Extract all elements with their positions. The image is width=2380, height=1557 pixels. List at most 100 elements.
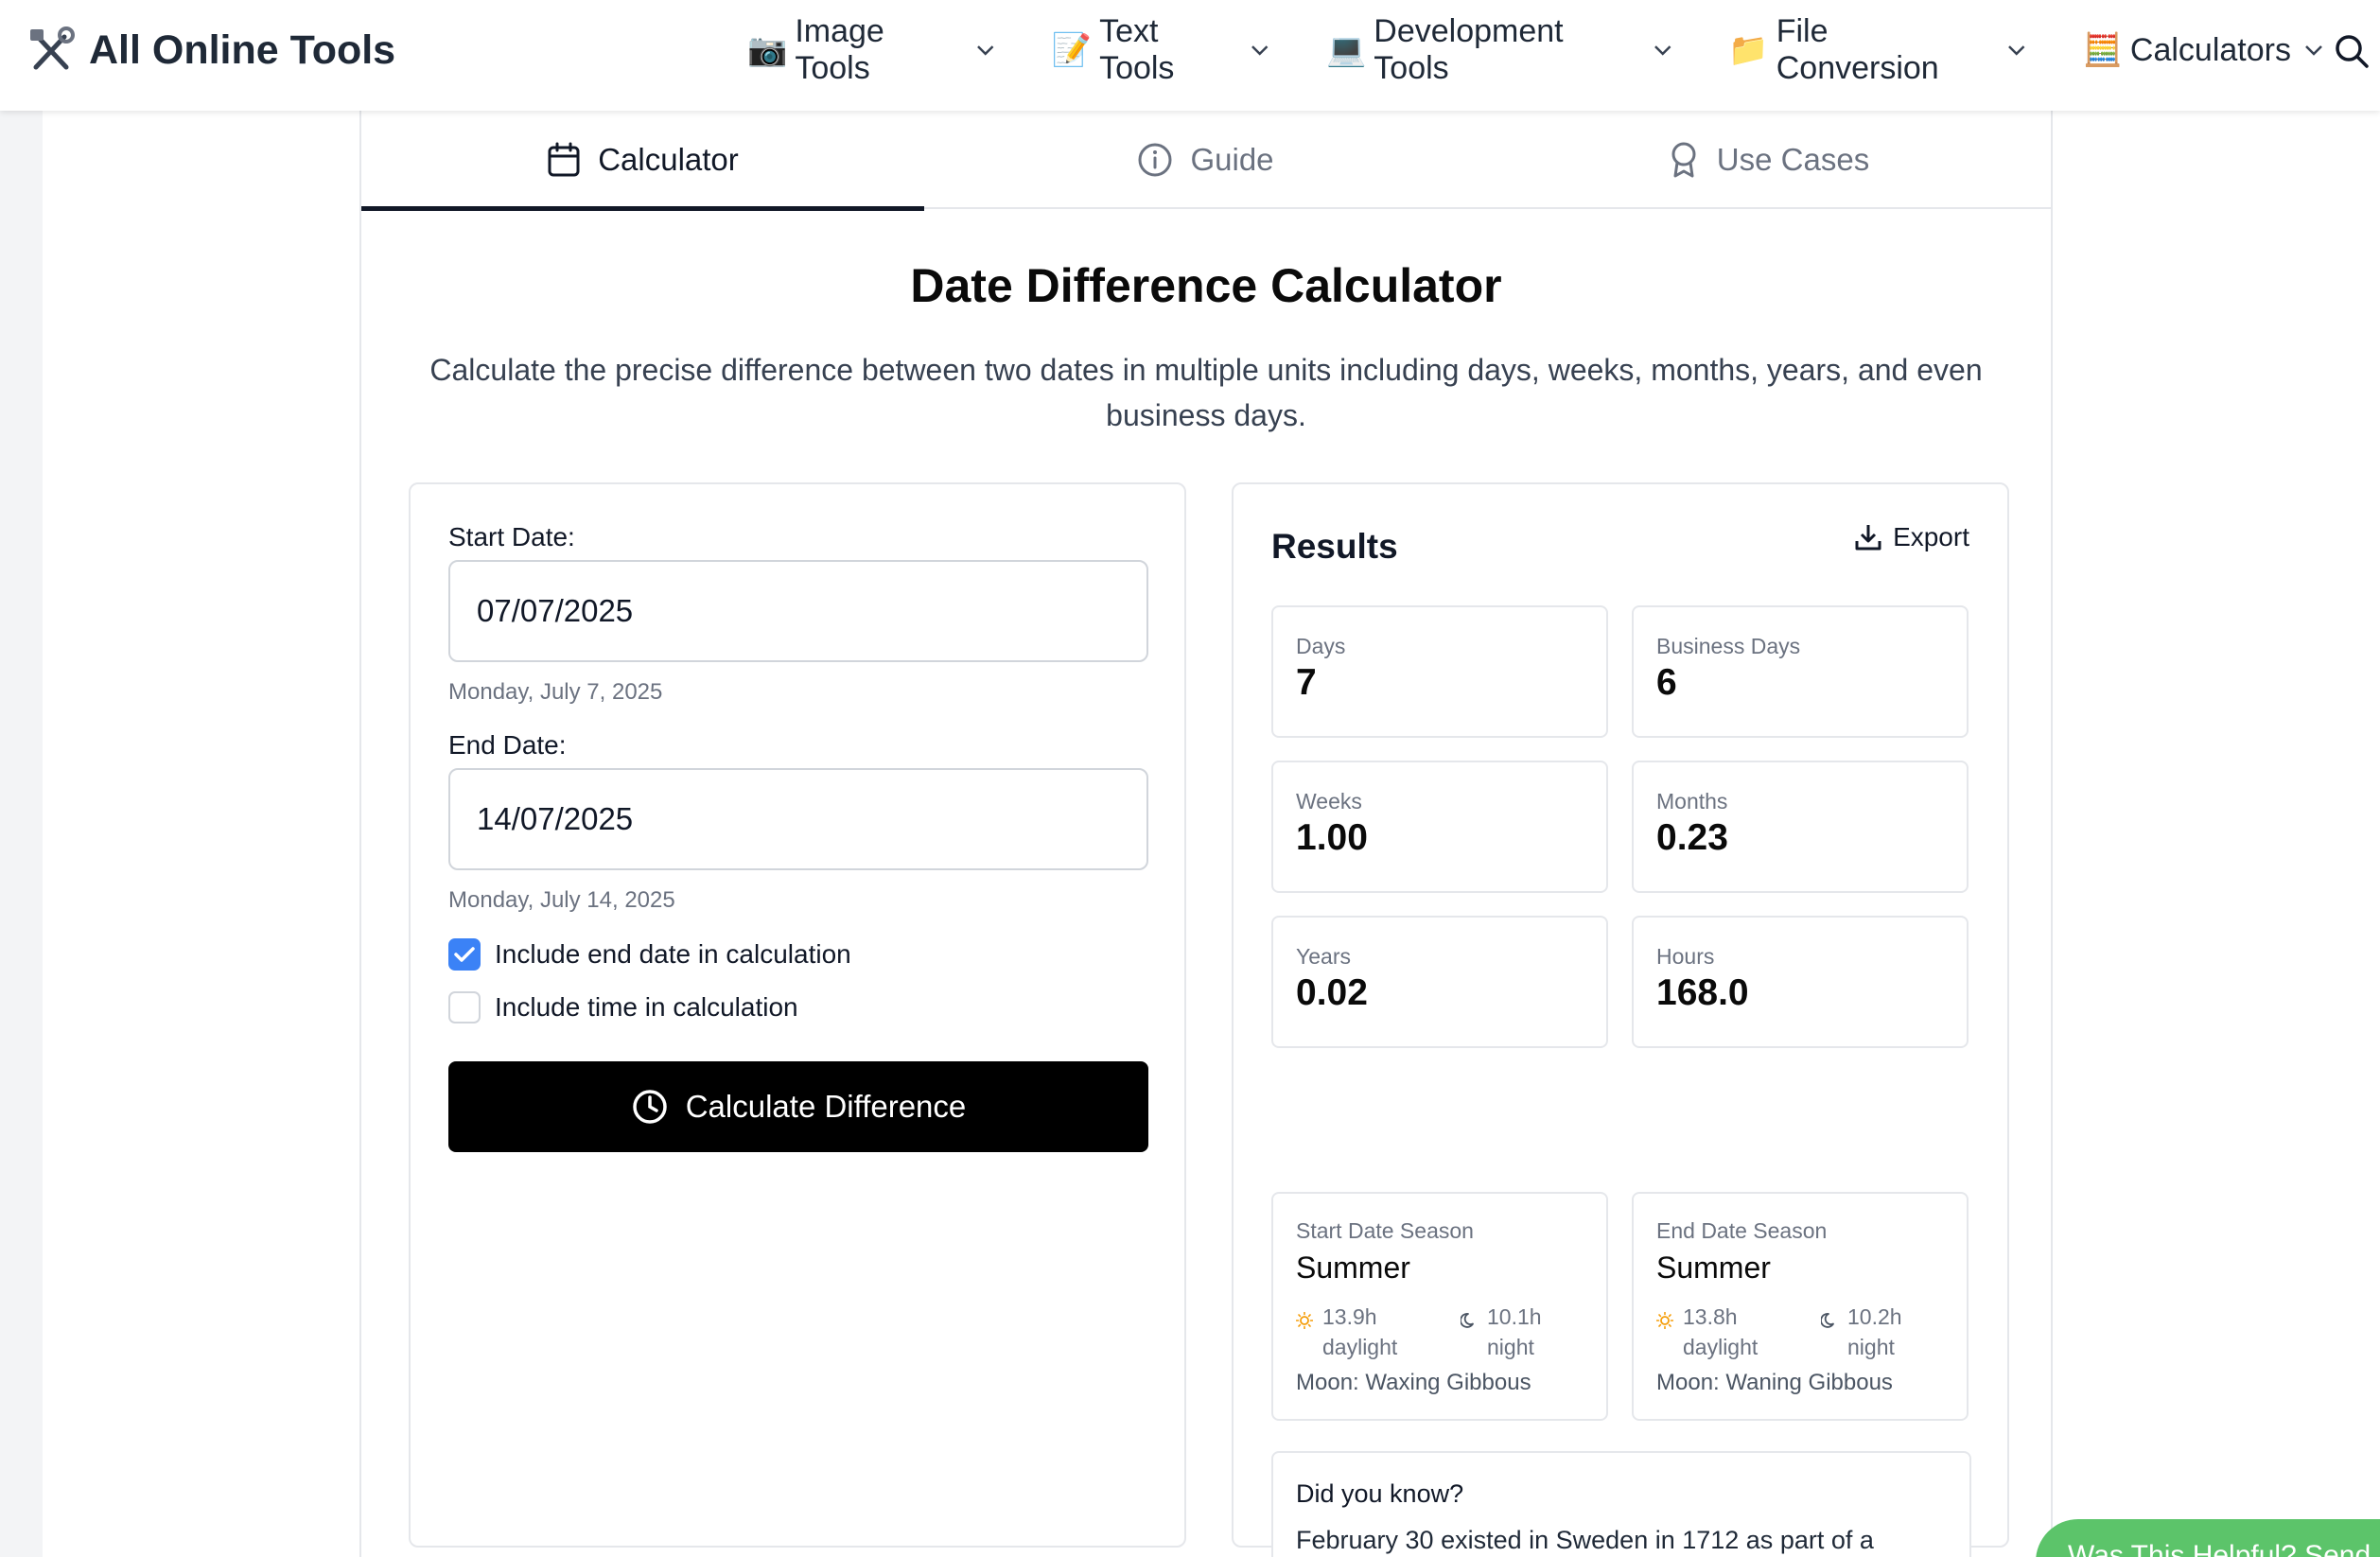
- stat-days: Days 7: [1271, 605, 1608, 738]
- moon-phase: Moon: Waxing Gibbous: [1296, 1370, 1531, 1395]
- stat-value: 7: [1296, 662, 1317, 703]
- clock-icon: [632, 1090, 667, 1124]
- nav-label: Calculators: [2129, 31, 2291, 68]
- season-name: Summer: [1656, 1251, 1771, 1285]
- nav-label: Development Tools: [1374, 13, 1564, 86]
- season-label: Start Date Season: [1296, 1218, 1474, 1243]
- tab-use-cases[interactable]: Use Cases: [1487, 111, 2050, 209]
- download-icon: [1855, 525, 1881, 551]
- stat-value: 6: [1656, 662, 1677, 703]
- left-rail: [43, 111, 360, 1557]
- stat-months: Months 0.23: [1632, 761, 1969, 893]
- stat-value: 0.23: [1656, 817, 1728, 858]
- nav-label: File Conversion: [1776, 13, 1939, 86]
- night-word: night: [1487, 1335, 1534, 1359]
- night-value: 10.2h: [1847, 1304, 1902, 1329]
- daylight-info: 13.9h daylight: [1296, 1302, 1397, 1362]
- nav-development-tools[interactable]: 💻 Development Tools: [1326, 13, 1671, 87]
- season-label: End Date Season: [1656, 1218, 1828, 1243]
- stat-value: 168.0: [1656, 972, 1749, 1013]
- nav-text-tools[interactable]: 📝 Text Tools: [1052, 13, 1269, 87]
- stat-value: 1.00: [1296, 817, 1368, 858]
- moon-icon: [1461, 1313, 1474, 1328]
- stat-value: 0.02: [1296, 972, 1368, 1013]
- sun-icon: [1656, 1312, 1673, 1329]
- start-date-hint: Monday, July 7, 2025: [448, 679, 663, 705]
- tools-icon: [26, 26, 76, 75]
- laptop-icon: 💻: [1325, 31, 1367, 69]
- tab-bar: Calculator Guide Use Cases: [361, 111, 2051, 211]
- feedback-label: Was This Helpful? Send: [2068, 1540, 2371, 1557]
- search-button[interactable]: [2333, 32, 2371, 70]
- nav-label: Image Tools: [795, 13, 884, 86]
- stat-hours: Hours 168.0: [1632, 916, 1969, 1048]
- start-date-season: Start Date Season Summer 13.9h daylight: [1271, 1192, 1608, 1421]
- night-info: 10.1h night: [1461, 1302, 1542, 1362]
- stat-weeks: Weeks 1.00: [1271, 761, 1608, 893]
- stat-label: Years: [1296, 944, 1351, 969]
- night-info: 10.2h night: [1821, 1302, 1902, 1362]
- abacus-icon: 🧮: [2082, 31, 2123, 69]
- chevron-down-icon: [1251, 45, 1269, 56]
- camera-icon: 📷: [747, 31, 788, 69]
- memo-icon: 📝: [1051, 31, 1093, 69]
- chevron-down-icon: [1654, 45, 1671, 56]
- include-time-label: Include time in calculation: [495, 992, 798, 1022]
- tab-label: Use Cases: [1716, 142, 1870, 177]
- tab-calculator[interactable]: Calculator: [361, 111, 924, 211]
- calculator-card: Calculator Guide Use Cases Date Differen…: [359, 111, 2053, 1557]
- night-word: night: [1847, 1335, 1895, 1359]
- stat-label: Hours: [1656, 944, 1715, 969]
- include-time-checkbox[interactable]: [448, 991, 481, 1023]
- daylight-value: 13.9h: [1322, 1304, 1377, 1329]
- stat-label: Days: [1296, 634, 1346, 658]
- results-title: Results: [1271, 527, 1398, 566]
- calculate-label: Calculate Difference: [685, 1089, 967, 1124]
- brand-name: All Online Tools: [89, 26, 396, 73]
- fact-text: February 30 existed in Sweden in 1712 as…: [1296, 1526, 1874, 1554]
- stat-label: Business Days: [1656, 634, 1801, 658]
- did-you-know-box: Did you know? February 30 existed in Swe…: [1271, 1451, 1971, 1557]
- page-title: Date Difference Calculator: [910, 259, 1502, 312]
- export-button[interactable]: Export: [1853, 522, 1969, 552]
- stat-label: Weeks: [1296, 789, 1362, 813]
- folder-icon: 📁: [1728, 31, 1769, 69]
- right-area: [2053, 111, 2380, 1557]
- nav-label: Text Tools: [1099, 13, 1175, 86]
- moon-icon: [1821, 1313, 1834, 1328]
- search-icon: [2336, 35, 2369, 68]
- main-menu: 📷 Image Tools 📝 Text Tools 💻 Development…: [747, 13, 2380, 86]
- nav-image-tools[interactable]: 📷 Image Tools: [747, 13, 995, 87]
- check-icon: [454, 947, 475, 962]
- daylight-value: 13.8h: [1683, 1304, 1738, 1329]
- tab-label: Guide: [1190, 142, 1274, 177]
- info-icon: [1138, 143, 1172, 177]
- stat-label: Months: [1656, 789, 1728, 813]
- input-panel: Start Date: 07/07/2025 Monday, July 7, 2…: [409, 482, 1186, 1548]
- tab-label: Calculator: [598, 142, 739, 177]
- tab-guide[interactable]: Guide: [924, 111, 1487, 209]
- include-end-date-checkbox[interactable]: [448, 938, 481, 971]
- brand-logo[interactable]: All Online Tools: [26, 21, 395, 79]
- end-date-input[interactable]: 14/07/2025: [448, 768, 1148, 870]
- stat-years: Years 0.02: [1271, 916, 1608, 1048]
- feedback-button[interactable]: Was This Helpful? Send: [2036, 1519, 2380, 1557]
- nav-file-conversion[interactable]: 📁 File Conversion: [1728, 13, 2025, 87]
- nav-calculators[interactable]: 🧮 Calculators: [2083, 31, 2323, 69]
- stat-business-days: Business Days 6: [1632, 605, 1969, 738]
- results-panel: Results Export Days 7 Business Days 6 We…: [1232, 482, 2009, 1557]
- calculate-difference-button[interactable]: Calculate Difference: [448, 1061, 1148, 1152]
- sun-icon: [1296, 1312, 1313, 1329]
- export-label: Export: [1893, 522, 1969, 551]
- chevron-down-icon: [977, 45, 994, 56]
- end-date-season: End Date Season Summer 13.8h daylight 10…: [1632, 1192, 1969, 1421]
- include-time-option[interactable]: Include time in calculation: [448, 991, 798, 1023]
- award-icon: [1671, 142, 1696, 178]
- night-value: 10.1h: [1487, 1304, 1542, 1329]
- daylight-info: 13.8h daylight: [1656, 1302, 1758, 1362]
- chevron-down-icon: [2008, 45, 2025, 56]
- include-end-date-option[interactable]: Include end date in calculation: [448, 938, 851, 971]
- end-date-hint: Monday, July 14, 2025: [448, 887, 675, 913]
- fact-title: Did you know?: [1296, 1479, 1464, 1508]
- start-date-input[interactable]: 07/07/2025: [448, 560, 1148, 662]
